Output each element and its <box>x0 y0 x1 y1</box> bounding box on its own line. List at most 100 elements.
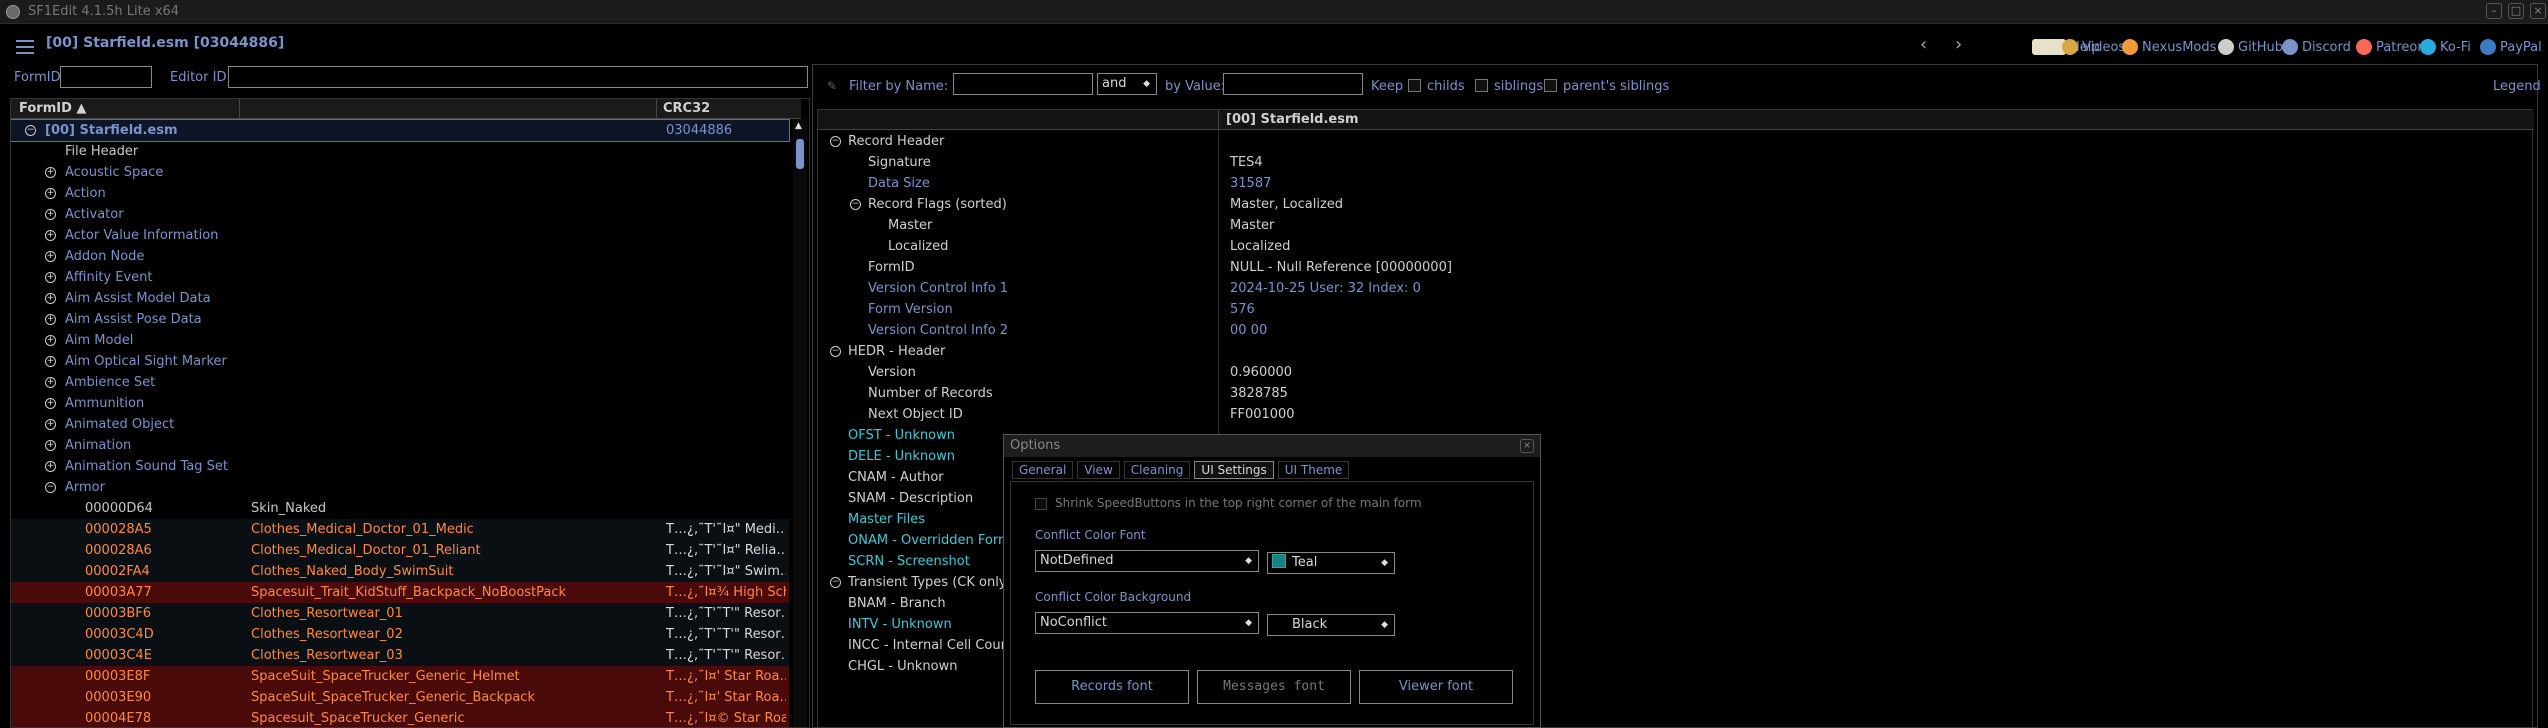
scroll-thumb[interactable] <box>796 139 804 169</box>
toplink-patreon[interactable]: Patreon <box>2356 39 2426 55</box>
close-button[interactable]: × <box>2530 3 2546 19</box>
record-row[interactable]: 00003C4D Clothes_Resortwear_02 T…¿‚˜T'˜T'"… <box>11 624 789 645</box>
tree-category-row[interactable]: + Action <box>11 183 789 204</box>
expand-icon[interactable]: + <box>45 356 56 367</box>
record-field-row[interactable]: − Record Flags (sorted) Master, Localized <box>818 194 2534 215</box>
toplink-videos[interactable]: Videos <box>2062 39 2125 55</box>
record-row[interactable]: 00003E90 SpaceSuit_SpaceTrucker_Generic_B… <box>11 687 789 708</box>
tree-category-row[interactable]: + Addon Node <box>11 246 789 267</box>
tree-root-row[interactable]: − [00] Starfield.esm 03044886 <box>11 119 790 142</box>
tree-category-row[interactable]: + Ammunition <box>11 393 789 414</box>
record-field-row[interactable]: Localized Localized <box>818 236 2534 257</box>
tree-category-row[interactable]: + Acoustic Space <box>11 162 789 183</box>
tree-category-row[interactable]: + Animation <box>11 435 789 456</box>
toplink-github[interactable]: GitHub <box>2218 39 2283 55</box>
filter-value-input[interactable] <box>1223 73 1363 95</box>
toplink-nexusmods[interactable]: NexusMods <box>2122 39 2216 55</box>
record-field-row[interactable]: − HEDR - Header <box>818 341 2534 362</box>
record-row[interactable]: 00003E8F SpaceSuit_SpaceTrucker_Generic_H… <box>11 666 789 687</box>
record-row[interactable]: 000028A5 Clothes_Medical_Doctor_01_Medic T… <box>11 519 789 540</box>
tree-category-row[interactable]: + Affinity Event <box>11 267 789 288</box>
record-row[interactable]: 00003BF6 Clothes_Resortwear_01 T…¿‚˜T'˜T'"… <box>11 603 789 624</box>
record-field-row[interactable]: Data Size 31587 <box>818 173 2534 194</box>
record-field-row[interactable]: Form Version 576 <box>818 299 2534 320</box>
formid-input[interactable] <box>60 66 152 88</box>
expand-icon[interactable]: + <box>45 419 56 430</box>
tab-ui-theme[interactable]: UI Theme <box>1277 461 1350 479</box>
collapse-icon[interactable]: − <box>45 482 56 493</box>
collapse-icon[interactable]: − <box>830 346 841 357</box>
tree-scrollbar[interactable]: ▲ <box>793 119 807 727</box>
expand-icon[interactable]: + <box>45 272 56 283</box>
viewer-font-button[interactable]: Viewer font <box>1359 670 1513 704</box>
tree-category-row[interactable]: + Animation Sound Tag Set <box>11 456 789 477</box>
tree-category-row[interactable]: + Activator <box>11 204 789 225</box>
tab-cleaning[interactable]: Cleaning <box>1123 461 1191 479</box>
editorid-input[interactable] <box>228 66 808 88</box>
tree-category-row[interactable]: − Armor <box>11 477 789 498</box>
record-field-row[interactable]: FormID NULL - Null Reference [00000000] <box>818 257 2534 278</box>
keep-siblings-checkbox[interactable] <box>1475 79 1488 92</box>
tab-general[interactable]: General <box>1012 461 1074 479</box>
records-font-button[interactable]: Records font <box>1035 670 1189 704</box>
record-field-row[interactable]: Master Master <box>818 215 2534 236</box>
formid-column-header[interactable]: FormID ▲ <box>19 101 86 116</box>
expand-icon[interactable]: + <box>45 398 56 409</box>
options-dialog-titlebar[interactable]: Options × <box>1004 435 1540 457</box>
record-row[interactable]: 00000D64 Skin_Naked <box>11 498 789 519</box>
collapse-icon[interactable]: − <box>830 577 841 588</box>
expand-icon[interactable]: + <box>45 209 56 220</box>
toplink-discord[interactable]: Discord <box>2282 39 2351 55</box>
tree-category-row[interactable]: + Aim Assist Pose Data <box>11 309 789 330</box>
keep-childs-checkbox[interactable] <box>1408 79 1421 92</box>
tree-category-row[interactable]: + Actor Value Information <box>11 225 789 246</box>
forward-arrow-icon[interactable]: › <box>1955 34 1962 55</box>
expand-icon[interactable]: + <box>45 251 56 262</box>
minimize-button[interactable]: – <box>2486 3 2502 19</box>
expand-icon[interactable]: + <box>45 167 56 178</box>
expand-icon[interactable]: + <box>45 335 56 346</box>
collapse-icon[interactable]: − <box>830 136 841 147</box>
maximize-button[interactable]: □ <box>2508 3 2524 19</box>
back-arrow-icon[interactable]: ‹ <box>1920 34 1927 55</box>
legend-link[interactable]: Legend <box>2493 79 2541 94</box>
tree-category-row[interactable]: + Aim Assist Model Data <box>11 288 789 309</box>
record-field-row[interactable]: Number of Records 3828785 <box>818 383 2534 404</box>
expand-icon[interactable]: + <box>45 314 56 325</box>
expand-icon[interactable]: + <box>45 293 56 304</box>
record-field-row[interactable]: Version Control Info 2 00 00 <box>818 320 2534 341</box>
filter-operator-select[interactable]: and ◆ <box>1097 73 1157 95</box>
filter-name-input[interactable] <box>953 73 1093 95</box>
conflict-font-color-select[interactable]: Teal ◆ <box>1267 552 1395 574</box>
record-row[interactable]: 000028A6 Clothes_Medical_Doctor_01_Relian… <box>11 540 789 561</box>
conflict-bg-select[interactable]: NoConflict ◆ <box>1035 612 1259 634</box>
file-header-row[interactable]: File Header <box>11 141 789 162</box>
record-row[interactable]: 00003C4E Clothes_Resortwear_03 T…¿‚˜T'˜T'"… <box>11 645 789 666</box>
conflict-font-select[interactable]: NotDefined ◆ <box>1035 550 1259 572</box>
messages-font-button[interactable]: Messages font <box>1197 670 1351 704</box>
tab-view[interactable]: View <box>1077 461 1120 479</box>
tree-category-row[interactable]: + Ambience Set <box>11 372 789 393</box>
crc-column-header[interactable]: CRC32 <box>663 101 710 116</box>
tab-ui-settings[interactable]: UI Settings <box>1194 461 1274 479</box>
conflict-bg-color-select[interactable]: Black ◆ <box>1267 614 1395 636</box>
expand-icon[interactable]: + <box>45 461 56 472</box>
tree-category-row[interactable]: + Animated Object <box>11 414 789 435</box>
collapse-icon[interactable]: − <box>25 125 36 136</box>
keep-parents-siblings-checkbox[interactable] <box>1544 79 1557 92</box>
expand-icon[interactable]: + <box>45 230 56 241</box>
record-row[interactable]: 00004E78 Spacesuit_SpaceTrucker_Generic T…… <box>11 708 789 727</box>
record-row[interactable]: 00002FA4 Clothes_Naked_Body_SwimSuit T…¿‚˜… <box>11 561 789 582</box>
record-field-row[interactable]: Version 0.960000 <box>818 362 2534 383</box>
toplink-paypal[interactable]: PayPal <box>2480 39 2542 55</box>
tree-category-row[interactable]: + Aim Optical Sight Marker <box>11 351 789 372</box>
record-row[interactable]: 00003A77 Spacesuit_Trait_KidStuff_Backpac… <box>11 582 789 603</box>
expand-icon[interactable]: + <box>45 377 56 388</box>
tree-category-row[interactable]: + Aim Model <box>11 330 789 351</box>
shrink-speedbuttons-checkbox[interactable] <box>1035 498 1047 510</box>
collapse-icon[interactable]: − <box>850 199 861 210</box>
record-field-row[interactable]: Version Control Info 1 2024-10-25 User: 3… <box>818 278 2534 299</box>
hamburger-menu-icon[interactable] <box>16 40 34 54</box>
record-field-row[interactable]: − Record Header <box>818 131 2534 152</box>
scroll-up-icon[interactable]: ▲ <box>795 121 802 131</box>
